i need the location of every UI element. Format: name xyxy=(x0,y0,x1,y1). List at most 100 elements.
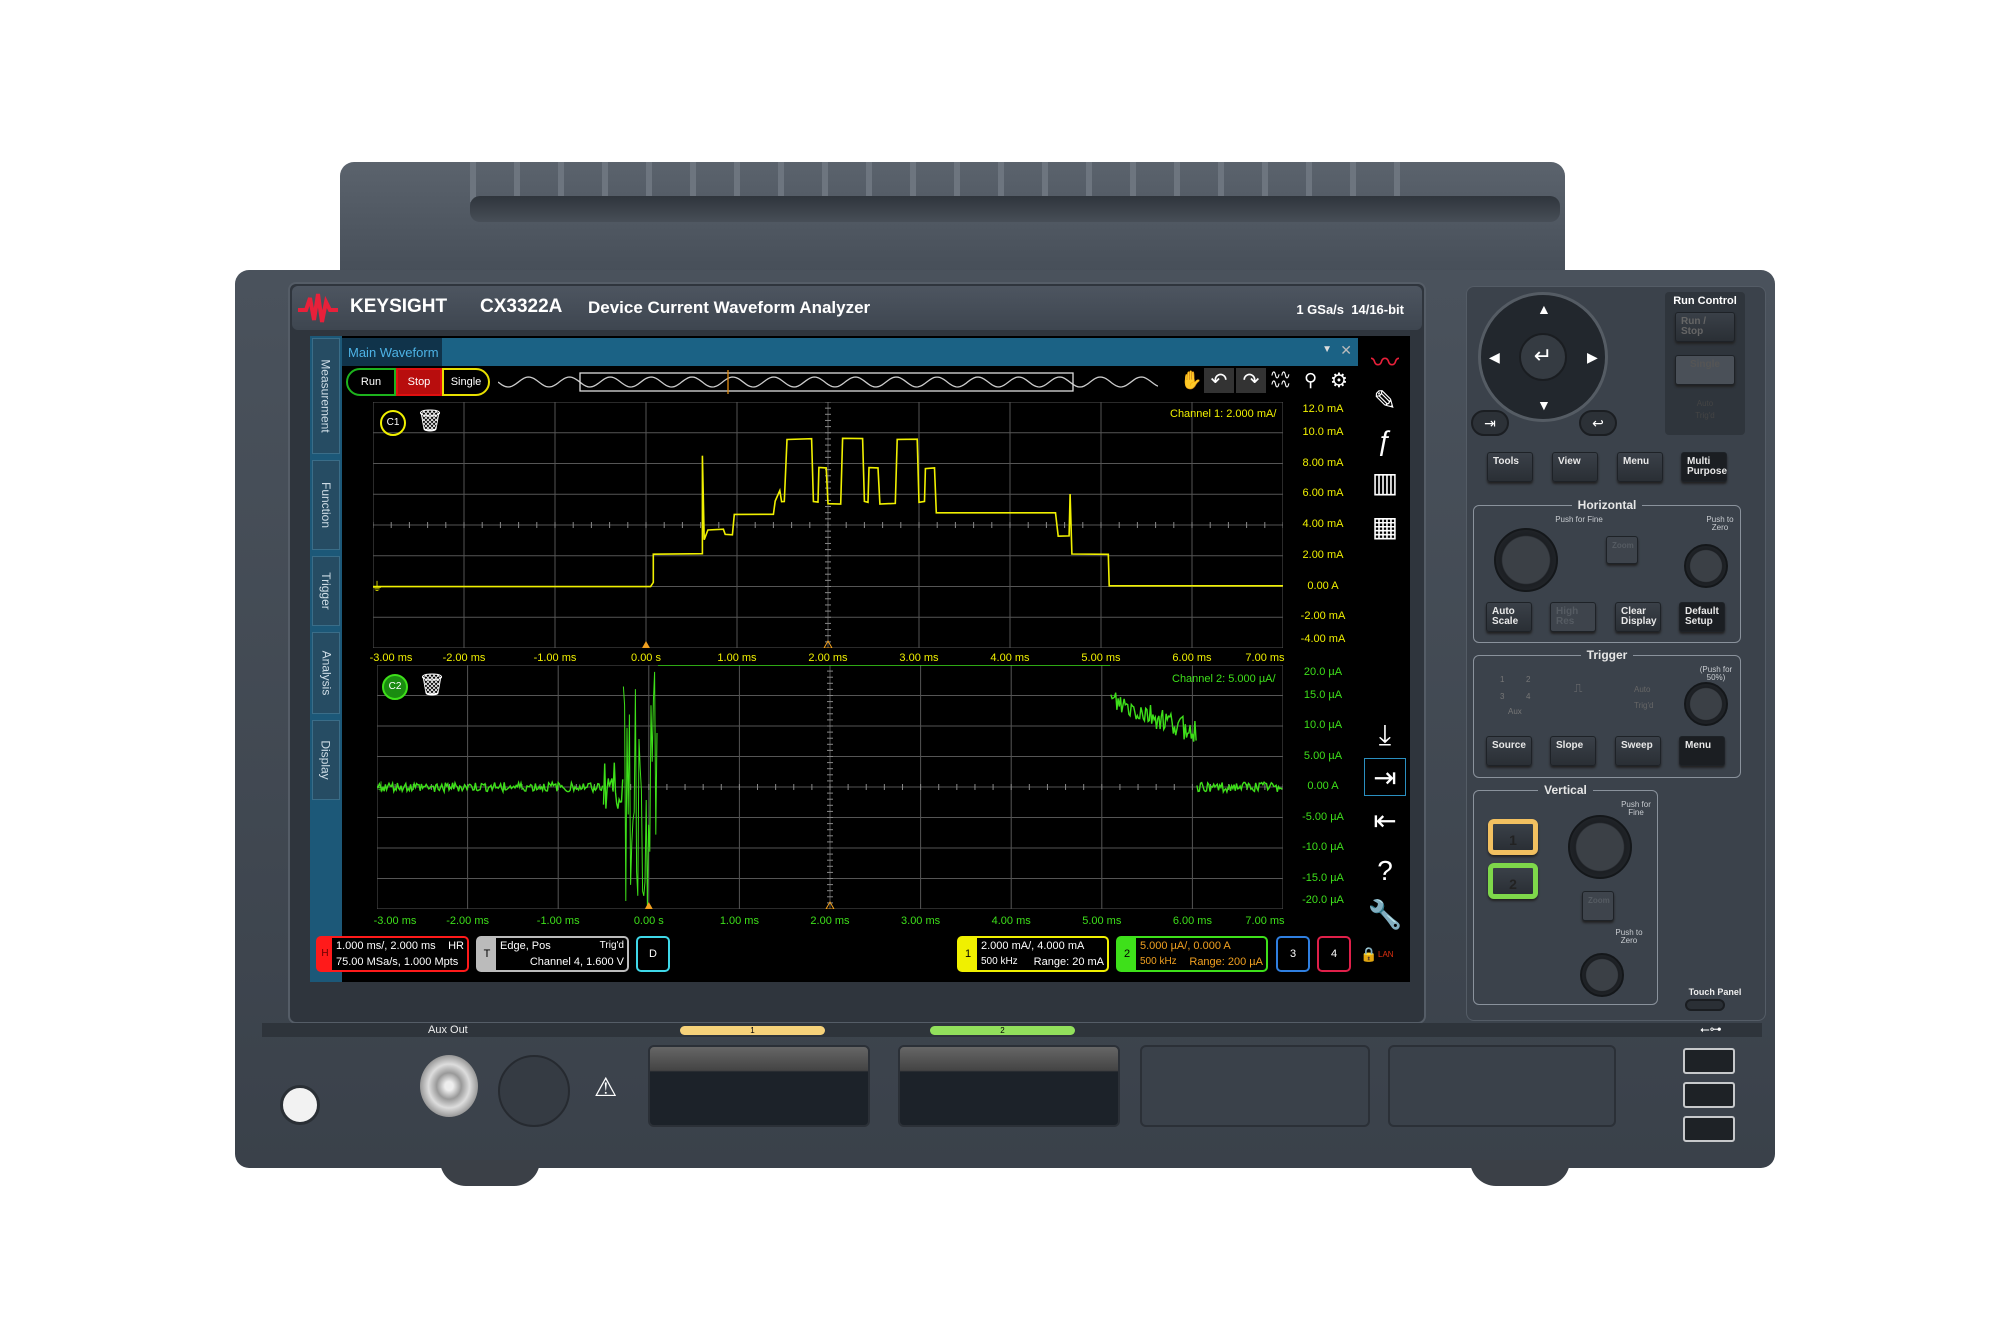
multi-purpose-button[interactable]: Multi Purpose xyxy=(1681,452,1727,482)
channel-1-badge[interactable]: C1 xyxy=(380,410,406,436)
x-tick-label: 2.00 ms xyxy=(810,915,850,927)
channel-2-scale: 5.000 µA/, 0.000 A xyxy=(1140,940,1231,952)
back-button[interactable]: ↩ xyxy=(1579,410,1617,436)
x-tick-label: 2.00 ms xyxy=(808,652,848,664)
ground-reference-marker[interactable]: ⏚ xyxy=(377,780,387,794)
channel-4-status[interactable]: 4 xyxy=(1317,936,1351,972)
keysight-logo-icon xyxy=(298,293,338,323)
delete-channel-1-icon[interactable]: 🗑 xyxy=(416,408,444,434)
auto-scale-button[interactable]: Auto Scale xyxy=(1486,602,1532,632)
stop-button[interactable]: Stop xyxy=(396,368,442,396)
trigger-menu-button[interactable]: Menu xyxy=(1679,736,1725,766)
gear-icon[interactable]: ⚙ xyxy=(1330,368,1348,393)
y-tick-label: 6.00 mA xyxy=(1302,487,1344,500)
overview-trace xyxy=(498,376,1158,388)
side-tab-trigger[interactable]: Trigger xyxy=(312,556,340,626)
horizontal-position-knob[interactable] xyxy=(1684,544,1728,588)
side-tab-analysis[interactable]: Analysis xyxy=(312,632,340,714)
channel-2-button[interactable]: 2 xyxy=(1488,863,1538,899)
vertical-scale-knob[interactable] xyxy=(1568,815,1632,879)
layout-icon[interactable]: ▥ xyxy=(1364,464,1406,502)
horizontal-scale-knob[interactable] xyxy=(1494,528,1558,592)
channel-1-status[interactable]: 1 2.000 mA/, 4.000 mA 500 kHz Range: 20 … xyxy=(957,936,1109,972)
channel-3-status[interactable]: 3 xyxy=(1276,936,1310,972)
undo-icon[interactable]: ↶ xyxy=(1204,368,1234,393)
side-tab-label: Display xyxy=(319,740,334,780)
run-stop-button[interactable]: Run / Stop xyxy=(1675,312,1735,342)
nav-down-button[interactable]: ▼ xyxy=(1537,397,1551,413)
high-res-button[interactable]: High Res xyxy=(1550,602,1596,632)
ground-reference-marker[interactable]: ⏚ xyxy=(373,580,383,594)
horizontal-status[interactable]: H 1.000 ms/, 2.000 ms HR 75.00 MSa/s, 1.… xyxy=(316,936,469,972)
single-button[interactable]: Single xyxy=(442,368,490,396)
power-button[interactable] xyxy=(280,1085,320,1125)
trigger-slope-button[interactable]: Slope xyxy=(1550,736,1596,766)
trigger-status[interactable]: T Edge, Pos Trig'd Channel 4, 1.600 V xyxy=(476,936,629,972)
close-icon[interactable]: ✕ xyxy=(1340,342,1352,359)
nav-right-button[interactable]: ▶ xyxy=(1587,349,1598,366)
overview-viewport[interactable] xyxy=(579,372,1074,392)
probe-wave-icon[interactable]: ✎ xyxy=(1364,382,1406,420)
lock-icon: 🔒 xyxy=(1360,946,1378,962)
export-icon[interactable]: ⇤ xyxy=(1364,802,1406,840)
help-icon[interactable]: ? xyxy=(1364,852,1406,890)
horizontal-zoom-button[interactable]: Zoom xyxy=(1606,536,1638,564)
delete-channel-2-icon[interactable]: 🗑 xyxy=(418,672,446,698)
trigger-sweep-button[interactable]: Sweep xyxy=(1615,736,1661,766)
clear-display-button[interactable]: Clear Display xyxy=(1615,602,1661,632)
menu-button[interactable]: Menu xyxy=(1617,452,1663,482)
keysight-logo-icon: 〰 xyxy=(1370,347,1399,378)
y-tick-label: 10.0 mA xyxy=(1302,425,1344,438)
default-setup-button[interactable]: Default Setup xyxy=(1679,602,1725,632)
probe-icon[interactable]: ⚲ xyxy=(1304,370,1317,391)
usb-port-1[interactable] xyxy=(1683,1048,1735,1074)
view-button[interactable]: View xyxy=(1552,452,1598,482)
pan-hand-icon[interactable]: ✋ xyxy=(1180,370,1202,391)
run-button[interactable]: Run xyxy=(346,368,396,396)
channel-1-led: 1 xyxy=(680,1026,825,1035)
dropdown-icon[interactable]: ▼ xyxy=(1322,344,1332,355)
y-tick-label: 12.0 mA xyxy=(1302,403,1344,415)
measurement-table-icon[interactable]: ▦ xyxy=(1364,508,1406,546)
run-control-group: Run Control Run / Stop Single Auto Trig'… xyxy=(1665,292,1745,435)
channel-2-status[interactable]: 2 5.000 µA/, 0.000 A 500 kHz Range: 200 … xyxy=(1116,936,1268,972)
y-tick-label: 20.0 µA xyxy=(1303,666,1343,678)
tools-button[interactable]: Tools xyxy=(1487,452,1533,482)
save-download-icon[interactable]: ⤓ xyxy=(1364,716,1406,754)
usb-port-2[interactable] xyxy=(1683,1082,1735,1108)
tab-main-waveform[interactable]: Main Waveform xyxy=(342,338,442,366)
touch-panel-button[interactable] xyxy=(1685,999,1725,1011)
waveform-stack-icon[interactable]: ∿∿ ∿∿ xyxy=(1270,368,1291,390)
module-slot-2 xyxy=(898,1045,1120,1127)
x-tick-label: 7.00 ms xyxy=(1245,652,1285,664)
channel-1-button[interactable]: 1 xyxy=(1488,819,1538,855)
channel-1-plot[interactable]: ⏚ xyxy=(373,402,1283,648)
channel-2-badge[interactable]: C2 xyxy=(382,674,408,700)
side-tab-measurement[interactable]: Measurement xyxy=(312,338,340,454)
usb-port-3[interactable] xyxy=(1683,1116,1735,1142)
nav-up-button[interactable]: ▲ xyxy=(1537,301,1551,317)
tab-next-button[interactable]: ⇥ xyxy=(1471,410,1509,436)
tools-wrench-icon[interactable]: 🔧 xyxy=(1364,896,1406,934)
trigger-source-button[interactable]: Source xyxy=(1486,736,1532,766)
side-tab-label: Analysis xyxy=(319,650,333,696)
x-tick-label: -3.00 ms xyxy=(369,652,413,664)
channel-1-range: Range: 20 mA xyxy=(1033,956,1104,968)
function-icon[interactable]: ƒ xyxy=(1364,422,1406,460)
trigger-tag: T xyxy=(478,938,496,970)
vertical-zoom-button[interactable]: Zoom xyxy=(1582,891,1614,921)
vertical-offset-knob[interactable] xyxy=(1580,953,1624,997)
import-icon[interactable]: ⇥ xyxy=(1364,758,1406,796)
digital-status[interactable]: D xyxy=(636,936,670,972)
horizontal-title: Horizontal xyxy=(1571,498,1643,512)
redo-icon[interactable]: ↷ xyxy=(1236,368,1266,393)
nav-left-button[interactable]: ◀ xyxy=(1489,349,1500,366)
waveform-overview[interactable] xyxy=(498,370,1158,394)
single-hard-button[interactable]: Single xyxy=(1675,355,1735,385)
side-tab-function[interactable]: Function xyxy=(312,460,340,550)
channel-2-plot[interactable]: ⏚ xyxy=(377,665,1283,909)
side-tab-display[interactable]: Display xyxy=(312,720,340,800)
enter-button[interactable]: ↵ xyxy=(1519,333,1567,381)
trigger-level-knob[interactable] xyxy=(1684,682,1728,726)
channel-1-scale-label: Channel 1: 2.000 mA/ xyxy=(1170,408,1277,420)
